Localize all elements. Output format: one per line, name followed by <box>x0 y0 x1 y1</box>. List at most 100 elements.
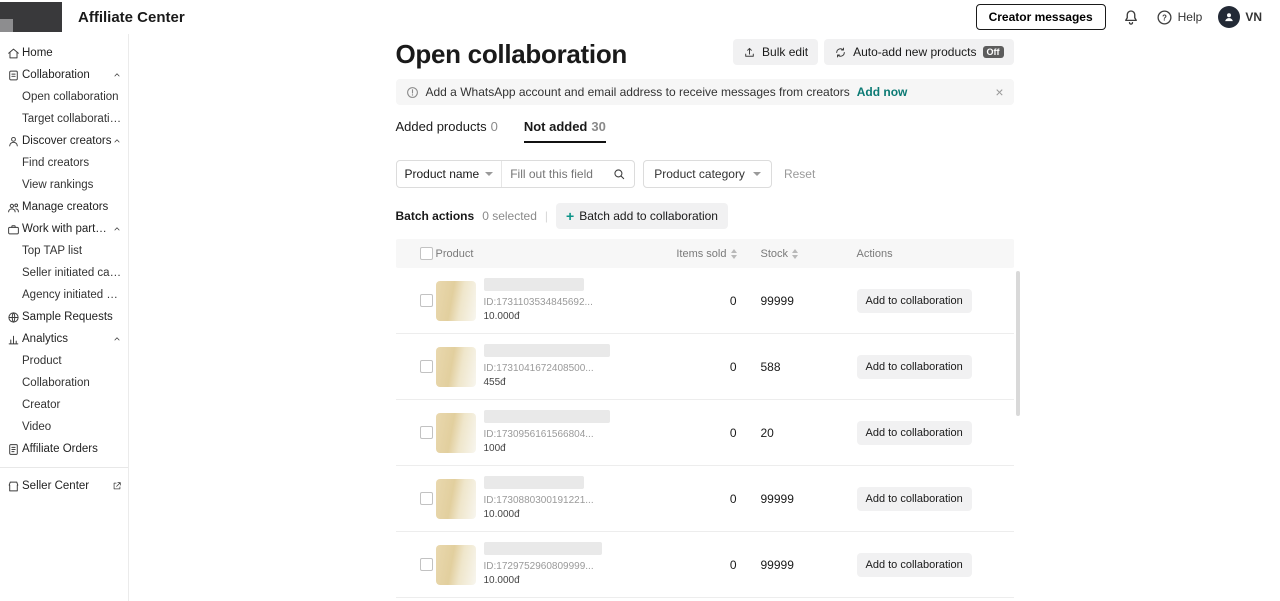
add-to-collaboration-button[interactable]: Add to collaboration <box>857 421 972 445</box>
sidebar-item-label: Work with partners <box>22 223 112 235</box>
select-all-checkbox[interactable] <box>420 247 433 260</box>
sidebar-item-collaboration[interactable]: Collaboration <box>0 64 128 86</box>
product-name-redacted <box>484 344 610 357</box>
sidebar-item-top-tap-list[interactable]: Top TAP list <box>0 240 128 262</box>
column-header-items-sold: Items sold <box>641 248 741 260</box>
product-name-redacted <box>484 542 602 555</box>
sidebar-item-seller-initiated-campaigns[interactable]: Seller initiated campaigns <box>0 262 128 284</box>
add-to-collaboration-button[interactable]: Add to collaboration <box>857 487 972 511</box>
product-name-search-input[interactable] <box>510 167 606 181</box>
sidebar-item-analytics-product[interactable]: Product <box>0 350 128 372</box>
sidebar-item-agency-initiated-campaigns[interactable]: Agency initiated campaigns <box>0 284 128 306</box>
sidebar-item-label: Manage creators <box>22 201 122 213</box>
document-icon <box>5 443 21 456</box>
sidebar-item-manage-creators[interactable]: Manage creators <box>0 196 128 218</box>
sidebar-item-affiliate-orders[interactable]: Affiliate Orders <box>0 438 128 460</box>
chevron-up-icon[interactable] <box>112 136 122 146</box>
items-sold-value: 0 <box>641 360 741 374</box>
sidebar-item-discover-creators[interactable]: Discover creators <box>0 130 128 152</box>
sidebar-item-label: Product <box>22 355 122 367</box>
upload-icon <box>743 46 756 59</box>
sidebar-item-label: Video <box>22 421 122 433</box>
sidebar-item-label: Discover creators <box>22 135 112 147</box>
people-icon <box>5 201 21 214</box>
sort-icon[interactable] <box>792 249 798 259</box>
banner-close-icon[interactable]: × <box>995 85 1003 99</box>
svg-text:?: ? <box>1162 13 1167 22</box>
add-to-collaboration-button[interactable]: Add to collaboration <box>857 289 972 313</box>
table-scrollbar[interactable] <box>1016 271 1020 416</box>
product-id: ID:1731041672408500... <box>484 362 610 376</box>
chevron-down-icon <box>753 172 761 176</box>
avatar <box>1218 6 1240 28</box>
app-logo[interactable] <box>0 2 62 32</box>
product-price: 100đ <box>484 442 610 456</box>
row-checkbox[interactable] <box>420 426 433 439</box>
account-menu[interactable]: VN <box>1218 6 1262 28</box>
add-to-collaboration-button[interactable]: Add to collaboration <box>857 553 972 577</box>
bulk-edit-label: Bulk edit <box>762 45 808 59</box>
add-to-collaboration-button[interactable]: Add to collaboration <box>857 355 972 379</box>
sidebar-item-home[interactable]: Home <box>0 42 128 64</box>
product-category-label: Product category <box>654 167 745 181</box>
sidebar-item-analytics-collaboration[interactable]: Collaboration <box>0 372 128 394</box>
briefcase-icon <box>5 223 21 236</box>
person-icon <box>5 135 21 148</box>
batch-actions-bar: Batch actions 0 selected | + Batch add t… <box>396 203 1014 229</box>
stock-value: 99999 <box>741 558 829 572</box>
row-checkbox[interactable] <box>420 294 433 307</box>
sidebar-item-sample-requests[interactable]: Sample Requests <box>0 306 128 328</box>
search-icon[interactable] <box>612 167 626 181</box>
sidebar-item-label: Top TAP list <box>22 245 122 257</box>
sidebar-item-work-with-partners[interactable]: Work with partners <box>0 218 128 240</box>
sidebar-item-analytics[interactable]: Analytics <box>0 328 128 350</box>
sidebar-item-view-rankings[interactable]: View rankings <box>0 174 128 196</box>
sidebar-item-label: Seller Center <box>22 480 112 492</box>
row-checkbox[interactable] <box>420 558 433 571</box>
chevron-up-icon[interactable] <box>112 224 122 234</box>
batch-divider: | <box>545 209 548 223</box>
product-id: ID:1730956161566804... <box>484 428 610 442</box>
app-title: Affiliate Center <box>78 9 185 26</box>
batch-add-to-collaboration-button[interactable]: + Batch add to collaboration <box>556 203 728 229</box>
tab-count: 0 <box>491 119 498 136</box>
row-checkbox[interactable] <box>420 492 433 505</box>
sort-icon[interactable] <box>731 249 737 259</box>
notifications-bell-icon[interactable] <box>1122 8 1140 26</box>
chevron-down-icon <box>485 172 493 176</box>
sidebar-item-find-creators[interactable]: Find creators <box>0 152 128 174</box>
search-field-selector[interactable]: Product name <box>397 161 503 187</box>
sidebar-item-label: Agency initiated campaigns <box>22 289 122 301</box>
chevron-up-icon[interactable] <box>112 70 122 80</box>
topbar-actions: Creator messages ? Help VN <box>976 4 1262 30</box>
logo-mark <box>0 19 13 32</box>
auto-add-new-products-toggle[interactable]: Auto-add new products Off <box>824 39 1013 65</box>
items-sold-value: 0 <box>641 558 741 572</box>
globe-icon <box>5 311 21 324</box>
stock-header-label: Stock <box>761 248 789 260</box>
sidebar-item-analytics-video[interactable]: Video <box>0 416 128 438</box>
product-category-select[interactable]: Product category <box>643 160 772 188</box>
tab-not-added[interactable]: Not added 30 <box>524 119 606 143</box>
sidebar-item-label: Target collaboration <box>22 113 122 125</box>
sidebar-item-seller-center[interactable]: Seller Center <box>0 475 128 497</box>
product-image <box>436 281 476 321</box>
chevron-up-icon[interactable] <box>112 334 122 344</box>
tab-added-products[interactable]: Added products 0 <box>396 119 498 143</box>
sidebar-item-analytics-creator[interactable]: Creator <box>0 394 128 416</box>
storefront-icon <box>5 480 21 493</box>
help-button[interactable]: ? Help <box>1156 9 1203 26</box>
creator-messages-button[interactable]: Creator messages <box>976 4 1106 30</box>
reset-filters-link[interactable]: Reset <box>784 167 815 181</box>
product-image <box>436 413 476 453</box>
row-checkbox[interactable] <box>420 360 433 373</box>
sidebar-item-target-collaboration[interactable]: Target collaboration <box>0 108 128 130</box>
search-field-label: Product name <box>405 167 480 181</box>
add-now-link[interactable]: Add now <box>857 85 908 99</box>
table-row: ID:1730880300191221... 10.000đ 0 99999 A… <box>396 466 1014 532</box>
sidebar-item-open-collaboration[interactable]: Open collaboration <box>0 86 128 108</box>
bulk-edit-button[interactable]: Bulk edit <box>733 39 818 65</box>
home-icon <box>5 47 21 60</box>
filter-bar: Product name Product category Reset <box>396 160 1014 188</box>
stock-value: 20 <box>741 426 829 440</box>
